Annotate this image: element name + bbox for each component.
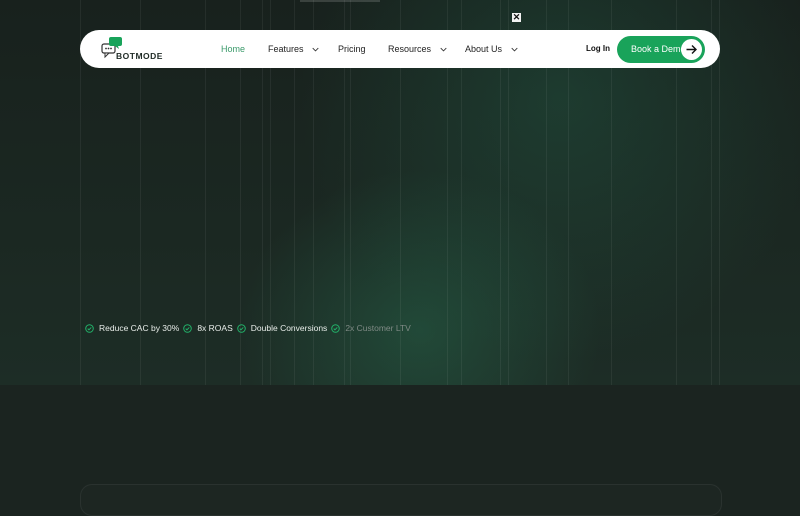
nav-item-resources[interactable]: Resources xyxy=(388,30,447,68)
check-circle-icon xyxy=(183,323,193,333)
nav-item-pricing[interactable]: Pricing xyxy=(338,30,366,68)
check-circle-icon xyxy=(85,323,94,333)
nav-item-about-us[interactable]: About Us xyxy=(465,30,518,68)
login-link[interactable]: Log In xyxy=(586,30,610,68)
benefit-item: 2x Customer LTV xyxy=(331,323,411,333)
nav-label: Resources xyxy=(388,44,432,54)
logo[interactable]: BOTMODE xyxy=(100,36,163,64)
navbar: BOTMODE Home Features Pricing Resources … xyxy=(80,30,720,68)
benefit-label: 8x ROAS xyxy=(197,323,233,333)
check-circle-icon xyxy=(331,323,341,333)
nav-label: About Us xyxy=(465,44,503,54)
chevron-down-icon xyxy=(510,47,518,52)
nav-item-features[interactable]: Features xyxy=(268,30,319,68)
nav-label: Pricing xyxy=(338,44,366,54)
arrow-right-icon xyxy=(681,39,702,60)
benefits-list: Reduce CAC by 30% 8x ROAS Double Convers… xyxy=(85,322,415,334)
grid-line xyxy=(719,0,720,385)
nav-label: Features xyxy=(268,44,304,54)
close-icon[interactable]: ✕ xyxy=(512,13,521,22)
chevron-down-icon xyxy=(439,47,447,52)
benefit-item: Double Conversions xyxy=(236,323,328,333)
book-demo-label: Book a Demo xyxy=(631,44,686,54)
benefit-label: 2x Customer LTV xyxy=(345,323,411,333)
grid-line xyxy=(80,0,81,385)
benefit-item: Reduce CAC by 30% xyxy=(85,323,179,333)
check-circle-icon xyxy=(236,323,246,333)
nav-item-home[interactable]: Home xyxy=(221,30,245,68)
logo-text: BOTMODE xyxy=(116,51,163,61)
bottom-card xyxy=(80,484,722,516)
chevron-down-icon xyxy=(312,47,319,52)
benefit-label: Reduce CAC by 30% xyxy=(99,323,180,333)
top-divider xyxy=(300,0,380,2)
benefit-label: Double Conversions xyxy=(250,323,328,333)
book-demo-button[interactable]: Book a Demo xyxy=(617,36,705,63)
nav-label: Home xyxy=(221,44,246,54)
benefit-item: 8x ROAS xyxy=(183,323,233,333)
